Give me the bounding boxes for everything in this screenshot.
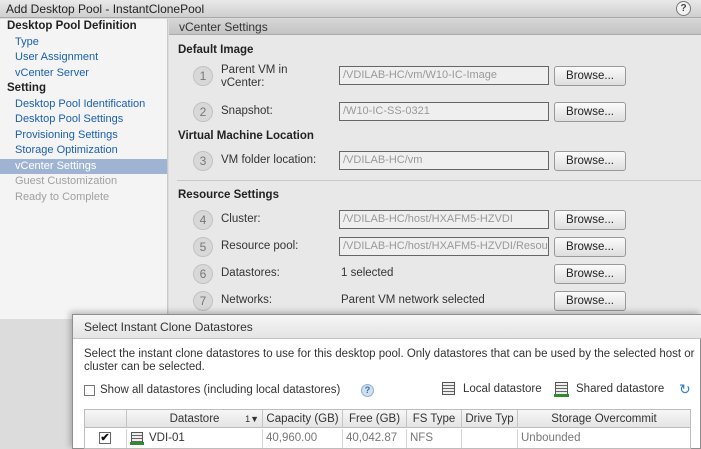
shared-datastore-icon [554, 382, 569, 397]
snapshot-label: Snapshot: [221, 105, 273, 117]
step-6-badge: 6 [193, 264, 213, 284]
local-datastore-icon [442, 382, 455, 395]
table-header: Datastore 1▼ Capacity (GB) Free (GB) FS … [85, 410, 690, 428]
cell-storage-overcommit: Unbounded [521, 432, 581, 444]
cluster-field: /VDILAB-HC/host/HXAFM5-HZVDI [339, 210, 549, 229]
section-resource-settings: Resource Settings [178, 189, 279, 201]
header-drive-type[interactable]: Drive Typ [462, 410, 518, 428]
nav-item-vcenter-settings[interactable]: vCenter Settings [0, 158, 167, 174]
networks-browse-button[interactable]: Browse... [554, 291, 626, 311]
shared-datastore-icon [130, 432, 144, 445]
dialog-options-bar: Show all datastores (including local dat… [84, 381, 696, 400]
nav-section-setting: Setting [7, 82, 46, 94]
panel-header: vCenter Settings [169, 19, 701, 35]
row-networks: 7 Networks: Parent VM network selected B… [193, 290, 693, 312]
cell-select: ✔ [85, 429, 127, 448]
step-1-badge: 1 [193, 66, 213, 86]
datastores-label: Datastores: [221, 267, 280, 279]
info-icon[interactable]: ? [361, 384, 374, 397]
window-title: Add Desktop Pool - InstantClonePool [6, 2, 205, 16]
nav-item-pool-identification[interactable]: Desktop Pool Identification [0, 97, 167, 113]
cell-capacity: 40,960.00 [263, 429, 343, 448]
datastore-name: VDI-01 [149, 432, 185, 444]
cell-datastore: VDI-01 [127, 429, 263, 448]
vm-folder-label: VM folder location: [221, 154, 317, 166]
header-capacity[interactable]: Capacity (GB) [263, 410, 343, 428]
nav-section-definition: Desktop Pool Definition [7, 20, 137, 32]
nav-item-ready-to-complete: Ready to Complete [15, 190, 110, 203]
wizard-nav: Desktop Pool Definition Type User Assign… [0, 19, 168, 319]
resource-pool-field: /VDILAB-HC/host/HXAFM5-HZVDI/Resources [339, 237, 549, 256]
cell-drive-type [462, 429, 518, 448]
cell-free: 40,042.87 [343, 429, 407, 448]
dialog-description: Select the instant clone datastores to u… [84, 348, 695, 373]
nav-item-storage-optimization[interactable]: Storage Optimization [0, 143, 167, 159]
vcenter-settings-panel: vCenter Settings Default Image 1 Parent … [169, 19, 701, 319]
row-cluster: 4 Cluster: /VDILAB-HC/host/HXAFM5-HZVDI … [193, 209, 693, 231]
step-3-badge: 3 [193, 151, 213, 171]
nav-item-guest-customization: Guest Customization [15, 175, 118, 187]
table-row[interactable]: ✔ VDI-01 40,960.00 40,042.87 NFS Unbound… [85, 429, 690, 448]
section-vm-location: Virtual Machine Location [178, 130, 314, 142]
row-snapshot: 2 Snapshot: /W10-IC-SS-0321 Browse... [193, 101, 693, 123]
nav-item-vcenter-server[interactable]: vCenter Server [0, 66, 167, 82]
section-divider [177, 180, 701, 181]
parent-vm-label: Parent VM in vCenter: [221, 64, 288, 89]
vm-folder-field: /VDILAB-HC/vm [339, 151, 549, 170]
select-datastores-dialog: Select Instant Clone Datastores Select t… [72, 314, 701, 449]
step-4-badge: 4 [193, 210, 213, 230]
window-title-bar: Add Desktop Pool - InstantClonePool ? [0, 0, 701, 18]
snapshot-browse-button[interactable]: Browse... [554, 102, 626, 122]
help-icon[interactable]: ? [676, 1, 691, 16]
parent-vm-field: /VDILAB-HC/vm/W10-IC-Image [339, 66, 549, 85]
header-free[interactable]: Free (GB) [343, 410, 407, 428]
header-datastore[interactable]: Datastore 1▼ [127, 410, 263, 428]
datastores-table: Datastore 1▼ Capacity (GB) Free (GB) FS … [84, 409, 691, 449]
show-all-datastores-checkbox[interactable] [84, 385, 95, 396]
nav-item-user-assignment[interactable]: User Assignment [0, 50, 167, 66]
row-datastores: 6 Datastores: 1 selected Browse... [193, 263, 693, 285]
resource-pool-browse-button[interactable]: Browse... [554, 237, 626, 257]
row-vm-folder: 3 VM folder location: /VDILAB-HC/vm Brow… [193, 150, 693, 172]
datastores-value: 1 selected [341, 267, 394, 279]
cluster-browse-button[interactable]: Browse... [554, 210, 626, 230]
dialog-title: Select Instant Clone Datastores [73, 315, 701, 339]
step-7-badge: 7 [193, 291, 213, 311]
header-fs-type[interactable]: FS Type [407, 410, 462, 428]
section-default-image: Default Image [178, 44, 254, 56]
row-parent-vm: 1 Parent VM in vCenter: /VDILAB-HC/vm/W1… [193, 64, 693, 89]
sort-desc-icon: 1▼ [245, 414, 259, 424]
networks-label: Networks: [221, 294, 273, 306]
row-resource-pool: 5 Resource pool: /VDILAB-HC/host/HXAFM5-… [193, 236, 693, 258]
step-5-badge: 5 [193, 237, 213, 257]
nav-item-pool-settings[interactable]: Desktop Pool Settings [0, 112, 167, 128]
datastores-browse-button[interactable]: Browse... [554, 264, 626, 284]
vm-folder-browse-button[interactable]: Browse... [554, 151, 626, 171]
refresh-icon[interactable]: ↻ [679, 381, 691, 398]
header-select [85, 410, 127, 428]
step-2-badge: 2 [193, 102, 213, 122]
snapshot-field: /W10-IC-SS-0321 [339, 102, 549, 121]
resource-pool-label: Resource pool: [221, 240, 299, 252]
row-select-checkbox[interactable]: ✔ [99, 432, 111, 444]
show-all-datastores-label[interactable]: Show all datastores (including local dat… [100, 384, 340, 396]
nav-item-type[interactable]: Type [0, 35, 167, 51]
networks-value: Parent VM network selected [341, 294, 485, 306]
header-storage-overcommit[interactable]: Storage Overcommit [518, 410, 690, 428]
local-datastore-legend: Local datastore [463, 383, 542, 395]
header-datastore-label: Datastore [169, 413, 220, 425]
cell-fs-type: NFS [407, 429, 462, 448]
shared-datastore-legend: Shared datastore [576, 383, 665, 395]
nav-item-provisioning-settings[interactable]: Provisioning Settings [0, 128, 167, 144]
cluster-label: Cluster: [221, 213, 261, 225]
parent-vm-browse-button[interactable]: Browse... [554, 66, 626, 86]
